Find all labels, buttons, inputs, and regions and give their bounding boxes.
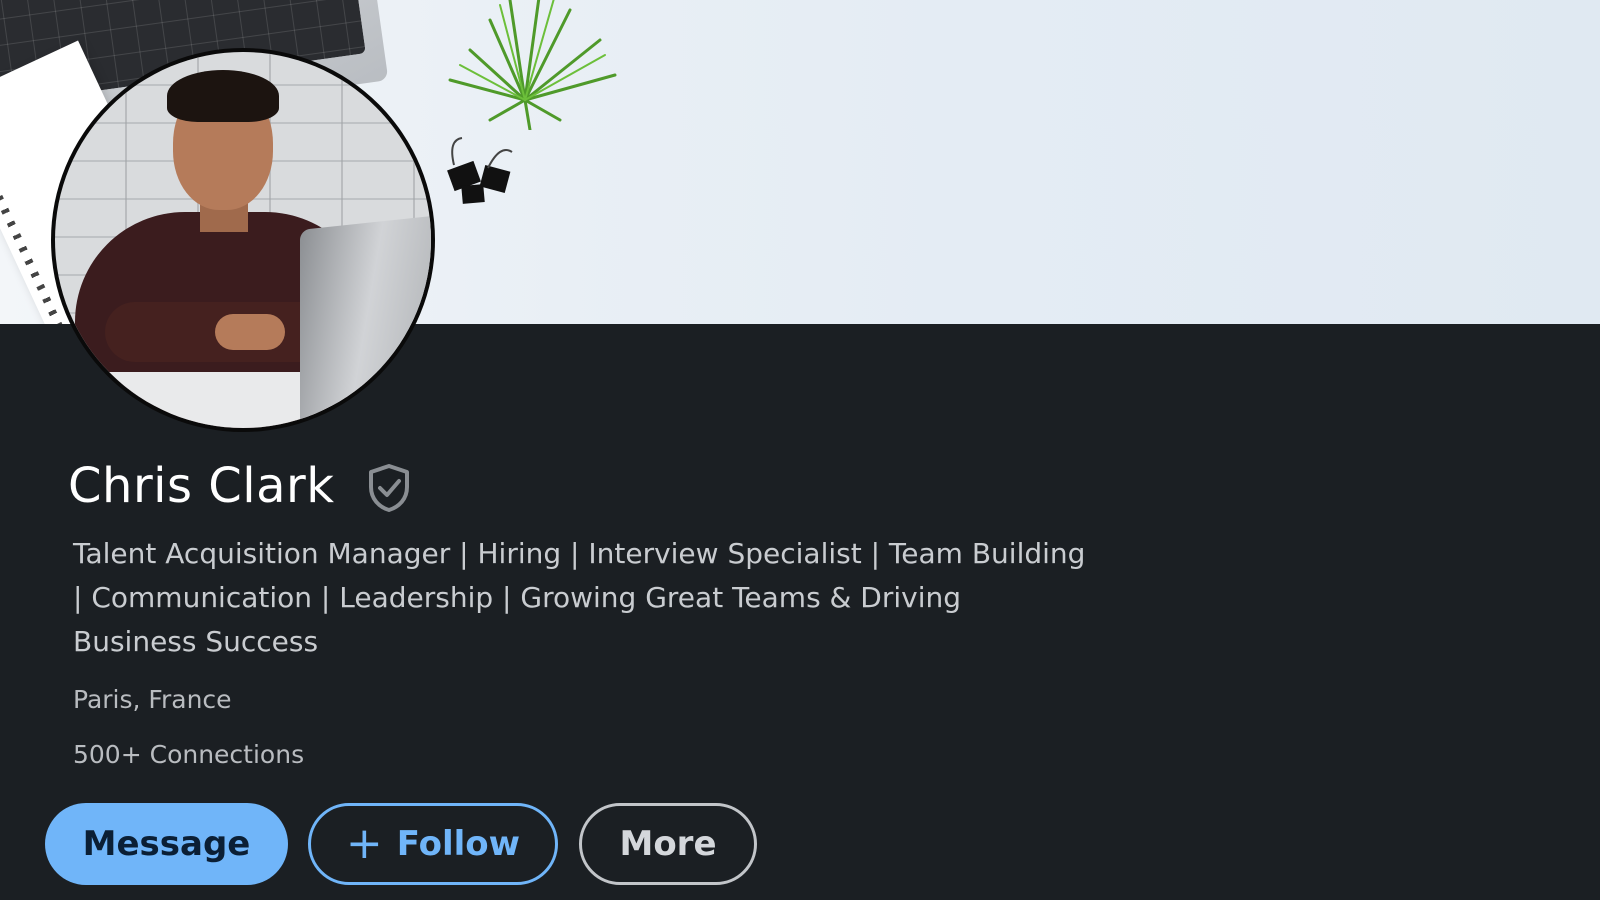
connections-count[interactable]: 500+ Connections [73,738,304,772]
more-button[interactable]: More [579,803,757,885]
profile-card: Chris Clark Talent Acquisition Manager |… [0,0,1600,900]
follow-button[interactable]: + Follow [308,803,558,885]
banner-plant [448,0,617,130]
profile-name: Chris Clark [68,458,335,514]
photo-hair [167,70,279,122]
message-button[interactable]: Message [45,803,288,885]
banner-binder-clips [447,137,513,204]
message-button-label: Message [82,824,251,864]
profile-photo[interactable] [51,48,435,432]
plus-icon: + [345,818,383,869]
more-button-label: More [619,824,717,864]
photo-laptop [300,214,431,428]
profile-headline: Talent Acquisition Manager | Hiring | In… [73,537,1086,658]
verified-shield-icon[interactable] [366,463,412,513]
photo-hand [215,314,285,350]
profile-photo-image [55,52,431,428]
follow-button-label: Follow [396,824,521,864]
profile-location: Paris, France [73,685,232,714]
